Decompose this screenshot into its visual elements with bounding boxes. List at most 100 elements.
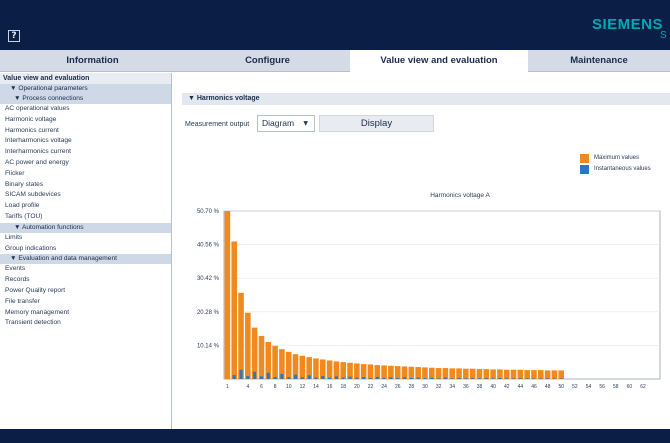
sidebar-item-harmonics-current[interactable]: Harmonics current [0,126,171,137]
bar-maximum [435,368,442,379]
x-axis-ticks: 1 4 6 8 10 12 14 16 18 20 22 24 26 28 30 32 34 36 38 40 42 44… [226,384,646,390]
bar-maximum [483,369,490,379]
bar-instantaneous [389,377,393,379]
sidebar-item-interharmonics-current[interactable]: Interharmonics current [0,147,171,158]
help-icon[interactable]: ? [8,30,20,42]
bar-maximum [360,364,367,379]
bar-maximum [442,368,449,379]
sidebar-group-operational-parameters[interactable]: ▼ Operational parameters [0,84,171,94]
sidebar-navigation: Value view and evaluation ▼ Operational … [0,73,172,429]
bar-maximum [524,370,530,379]
sidebar-item-memory-management[interactable]: Memory management [0,308,171,319]
bar-instantaneous [287,377,291,379]
x-tick-label: 46 [531,384,537,390]
x-tick-label: 54 [586,384,592,390]
bar-instantaneous [511,378,516,379]
sidebar-item-ac-operational-values[interactable]: AC operational values [0,104,171,115]
bar-instantaneous [375,377,379,379]
tab-value-view-and-evaluation[interactable]: Value view and evaluation [350,50,528,72]
x-tick-label: 52 [572,384,578,390]
y-tick-label: 40.56 % [197,243,220,249]
bar-instantaneous [402,377,407,379]
sidebar-group-automation-functions[interactable]: ▼ Automation functions [0,222,171,233]
bar-maximum [476,369,483,379]
sidebar-item-limits[interactable]: Limits [0,233,171,244]
bar-instantaneous [491,378,495,379]
legend-swatch-instantaneous [580,165,589,174]
x-tick-label: 42 [504,384,510,390]
bar-maximum [285,351,292,379]
header-bar: ? SIEMENS S [0,0,670,50]
sidebar-item-records[interactable]: Records [0,275,171,286]
bar-maximum [503,369,510,379]
sidebar-item-interharmonics-voltage[interactable]: Interharmonics voltage [0,136,171,147]
bar-instantaneous [525,378,529,379]
chart-legend: Maximum values Instantaneous values [580,153,670,175]
bar-instantaneous [341,377,345,379]
bar-instantaneous [280,374,284,379]
bar-instantaneous [477,378,482,379]
sidebar-group-process-connections[interactable]: ▼ Process connections [0,94,171,104]
bar-maximum [497,369,503,379]
main-tab-bar: Information Configure Value view and eva… [0,50,670,72]
x-tick-label: 8 [274,384,277,390]
bar-instantaneous [518,378,522,379]
bar-instantaneous [300,377,304,379]
main-content: ▼ Harmonics voltage Measurement output D… [172,73,670,429]
sidebar-item-events[interactable]: Events [0,264,171,275]
bar-maximum [224,211,231,379]
x-tick-label: 40 [490,384,496,390]
tab-information[interactable]: Information [0,50,185,72]
sidebar-item-binary-states[interactable]: Binary states [0,180,171,191]
sidebar-item-tariffs[interactable]: Tariffs (TOU) [0,212,171,223]
bar-maximum [537,370,544,379]
x-tick-label: 12 [300,384,306,390]
sidebar-item-sicam-subdevices[interactable]: SICAM subdevices [0,190,171,201]
legend-swatch-maximum [580,154,589,163]
bar-instantaneous [232,375,236,379]
y-axis-ticks: 50.70 % 40.56 % 30.42 % 20.28 % 10.14 % [197,209,220,349]
x-tick-label: 4 [246,384,249,390]
x-tick-label: 28 [409,384,415,390]
x-tick-label: 18 [340,384,346,390]
bar-instantaneous [348,376,352,379]
sidebar-item-flicker[interactable]: Flicker [0,169,171,180]
x-tick-label: 56 [599,384,605,390]
sidebar-item-transient-detection[interactable]: Transient detection [0,318,171,329]
chart-title: Harmonics voltage A [430,192,490,199]
bar-maximum [544,370,551,379]
x-tick-label: 10 [286,384,292,390]
legend-item-maximum: Maximum values [580,153,670,164]
bar-instantaneous [246,376,250,379]
sidebar-title: Value view and evaluation [0,73,171,84]
tab-configure[interactable]: Configure [185,50,350,72]
y-tick-label: 10.14 % [197,343,220,349]
sidebar-item-power-quality-report[interactable]: Power Quality report [0,286,171,297]
sidebar-item-ac-power-and-energy[interactable]: AC power and energy [0,158,171,169]
x-tick-label: 58 [613,384,619,390]
bar-maximum [354,363,360,379]
x-tick-label: 16 [327,384,333,390]
sidebar-item-group-indications[interactable]: Group indications [0,244,171,255]
bar-instantaneous [450,378,454,379]
bar-maximum [374,365,381,379]
x-tick-label: 36 [463,384,469,390]
x-tick-label: 32 [436,384,442,390]
app-window: ? SIEMENS S Information Configure Value … [0,0,670,443]
sidebar-group-evaluation-and-data-management[interactable]: ▼ Evaluation and data management [0,254,171,265]
bar-instantaneous [423,378,427,379]
sidebar-item-file-transfer[interactable]: File transfer [0,297,171,308]
bar-maximum [388,365,394,379]
bar-maximum [415,367,421,379]
sidebar-item-harmonic-voltage[interactable]: Harmonic voltage [0,115,171,126]
bar-maximum [490,369,496,379]
bar-maximum [408,366,415,379]
bar-maximum [449,368,456,379]
legend-label-maximum: Maximum values [594,155,640,161]
tab-maintenance[interactable]: Maintenance [528,50,670,72]
sidebar-item-load-profile[interactable]: Load profile [0,201,171,212]
bar-maximum [238,292,244,379]
x-tick-label: 6 [260,384,263,390]
x-tick-label: 14 [313,384,319,390]
footer-bar [0,429,670,443]
